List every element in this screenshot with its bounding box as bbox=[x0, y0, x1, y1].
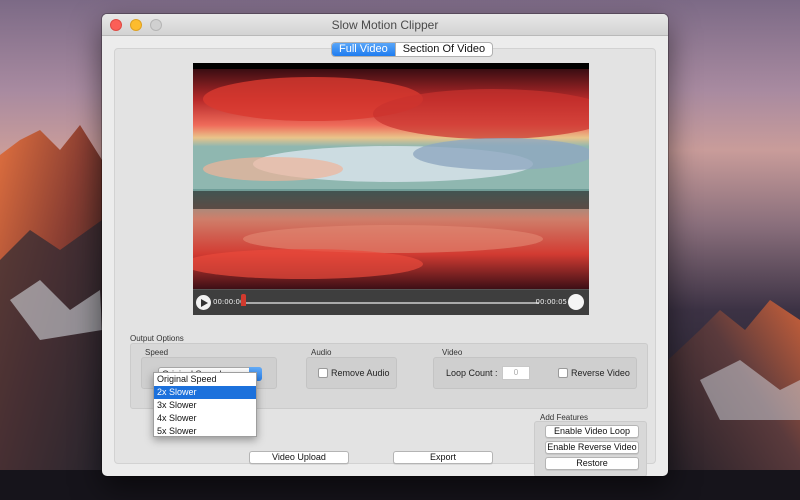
reverse-video-checkbox[interactable] bbox=[558, 368, 568, 378]
player-controls: 00:00:00 00:00:05 bbox=[193, 289, 589, 315]
video-label: Video bbox=[442, 348, 463, 357]
title-bar[interactable]: Slow Motion Clipper bbox=[102, 14, 668, 36]
enable-reverse-video-button[interactable]: Enable Reverse Video bbox=[545, 441, 639, 454]
scrubber-track[interactable] bbox=[243, 302, 539, 304]
audio-label: Audio bbox=[311, 348, 332, 357]
restore-button[interactable]: Restore bbox=[545, 457, 639, 470]
loop-count-field[interactable]: 0 bbox=[502, 366, 530, 380]
speed-dropdown-menu: Original Speed 2x Slower 3x Slower 4x Sl… bbox=[153, 372, 257, 437]
speed-option[interactable]: 3x Slower bbox=[154, 399, 256, 412]
play-icon[interactable] bbox=[196, 295, 211, 310]
speed-option[interactable]: 4x Slower bbox=[154, 412, 256, 425]
window-title: Slow Motion Clipper bbox=[331, 18, 439, 32]
speed-option[interactable]: Original Speed bbox=[154, 373, 256, 386]
current-time: 00:00:00 bbox=[213, 298, 245, 306]
speed-label: Speed bbox=[145, 348, 169, 357]
main-content: Full Video Section Of Video 00:00:00 00:… bbox=[114, 42, 656, 476]
video-upload-button[interactable]: Video Upload bbox=[249, 451, 349, 464]
output-options-label: Output Options bbox=[130, 334, 184, 343]
video-player[interactable]: 00:00:00 00:00:05 bbox=[193, 63, 589, 315]
remove-audio-label[interactable]: Remove Audio bbox=[331, 368, 390, 378]
volume-icon[interactable] bbox=[568, 294, 584, 310]
enable-video-loop-button[interactable]: Enable Video Loop bbox=[545, 425, 639, 438]
app-window: Slow Motion Clipper Full Video Section O… bbox=[102, 14, 668, 476]
video-frame-image bbox=[193, 69, 589, 289]
scrubber-handle[interactable] bbox=[241, 294, 246, 306]
reverse-video-label[interactable]: Reverse Video bbox=[571, 368, 630, 378]
add-features-group: Enable Video Loop Enable Reverse Video R… bbox=[534, 421, 647, 476]
tab-full-video[interactable]: Full Video bbox=[332, 43, 395, 56]
speed-option[interactable]: 2x Slower bbox=[154, 386, 256, 399]
remove-audio-checkbox[interactable] bbox=[318, 368, 328, 378]
speed-option[interactable]: 5x Slower bbox=[154, 425, 256, 438]
tab-section-of-video[interactable]: Section Of Video bbox=[394, 43, 492, 56]
video-group: Loop Count : 0 Reverse Video bbox=[433, 357, 637, 389]
loop-count-label: Loop Count : bbox=[446, 368, 498, 378]
export-button[interactable]: Export bbox=[393, 451, 493, 464]
audio-group: Remove Audio bbox=[306, 357, 397, 389]
duration-time: 00:00:05 bbox=[535, 298, 567, 306]
mode-segmented-control: Full Video Section Of Video bbox=[331, 42, 494, 57]
